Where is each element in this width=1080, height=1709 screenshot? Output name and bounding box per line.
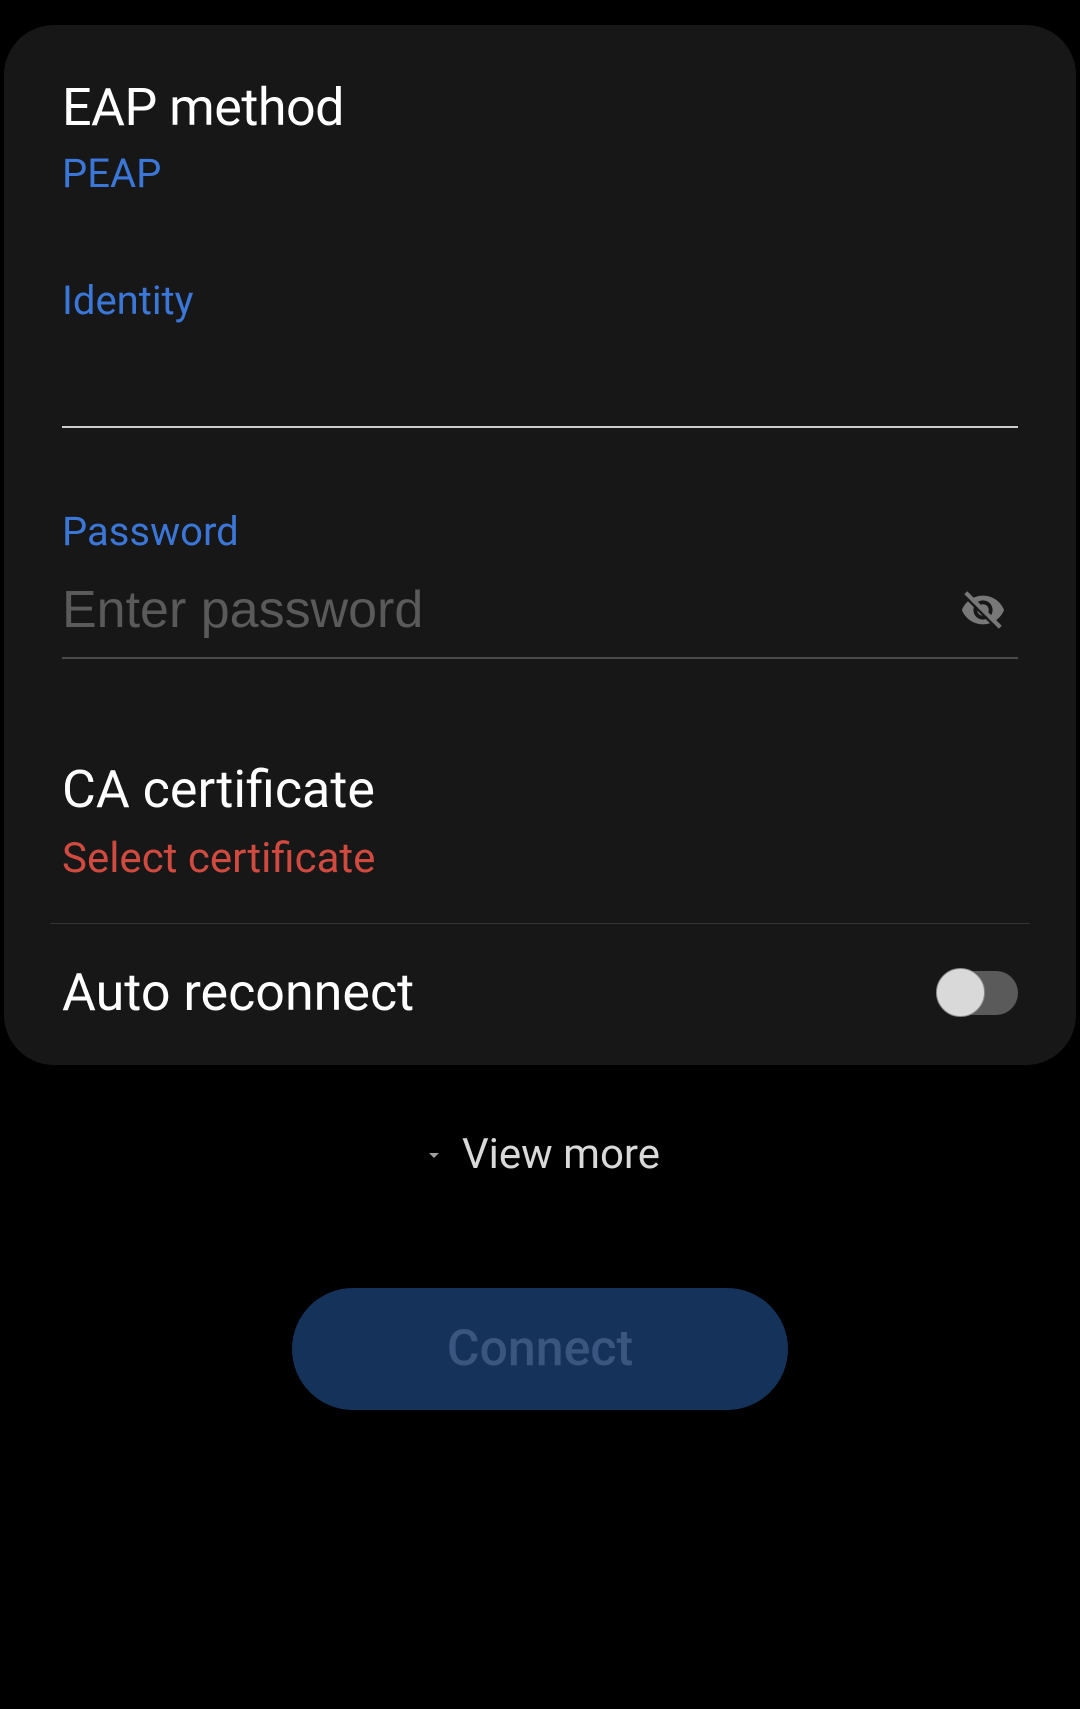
connect-button[interactable]: Connect: [292, 1288, 788, 1410]
connect-button-label: Connect: [447, 1320, 633, 1378]
password-field-group: Password: [62, 508, 1018, 659]
toggle-password-visibility-icon[interactable]: [958, 585, 1008, 635]
identity-input-row: [62, 344, 1018, 428]
password-input-row: [62, 575, 1018, 659]
identity-field-group: Identity: [62, 277, 1018, 428]
view-more-label: View more: [462, 1130, 660, 1179]
identity-label: Identity: [62, 277, 1018, 324]
identity-input[interactable]: [62, 344, 1018, 414]
view-more-button[interactable]: View more: [0, 1130, 1080, 1179]
eap-method-value: PEAP: [62, 150, 1018, 197]
auto-reconnect-label: Auto reconnect: [62, 962, 414, 1023]
wifi-config-dialog: EAP method PEAP Identity Password CA cer…: [4, 25, 1076, 1065]
toggle-thumb: [936, 968, 985, 1017]
password-input[interactable]: [62, 575, 958, 645]
eap-method-section[interactable]: EAP method PEAP: [62, 77, 1018, 197]
eap-method-title: EAP method: [62, 77, 1018, 138]
chevron-down-icon: [420, 1141, 448, 1169]
ca-certificate-section[interactable]: CA certificate Select certificate: [50, 759, 1030, 924]
auto-reconnect-section: Auto reconnect: [62, 924, 1018, 1065]
password-label: Password: [62, 508, 1018, 555]
auto-reconnect-toggle[interactable]: [936, 971, 1018, 1015]
ca-certificate-title: CA certificate: [62, 759, 1018, 820]
ca-certificate-value: Select certificate: [62, 834, 1018, 883]
